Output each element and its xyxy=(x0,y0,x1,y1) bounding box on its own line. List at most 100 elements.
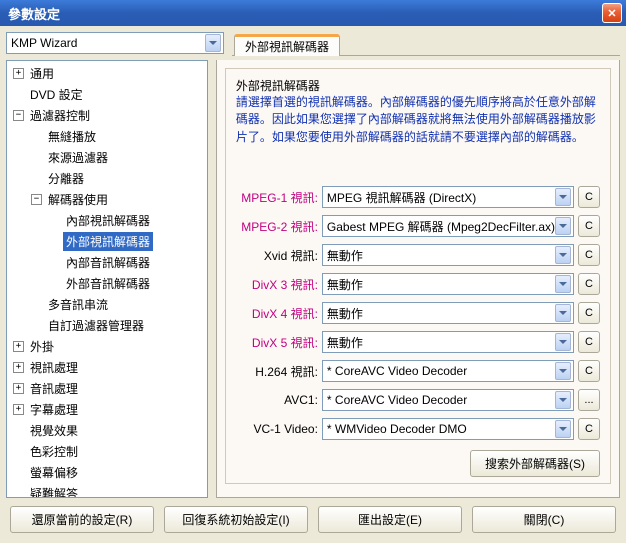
decoder-row: DivX 4 視訊:無動作C xyxy=(236,302,600,324)
chevron-down-icon[interactable] xyxy=(555,217,571,235)
expand-icon[interactable]: + xyxy=(13,341,24,352)
collapse-icon[interactable]: − xyxy=(31,194,42,205)
tree-item[interactable]: 來源過濾器 xyxy=(7,147,207,168)
help-text: 請選擇首選的視訊解碼器。內部解碼器的優先順序將高於任意外部解碼器。因此如果您選擇… xyxy=(236,94,600,146)
config-button[interactable]: C xyxy=(578,418,600,440)
tab-external-video-decoder[interactable]: 外部視訊解碼器 xyxy=(234,34,340,56)
config-button[interactable]: C xyxy=(578,186,600,208)
tree-item[interactable]: −過濾器控制 xyxy=(7,105,207,126)
tree-item[interactable]: 色彩控制 xyxy=(7,441,207,462)
tab-label: 外部視訊解碼器 xyxy=(245,38,329,55)
decoder-combo[interactable]: 無動作 xyxy=(322,331,574,353)
tree-item[interactable]: +音訊處理 xyxy=(7,378,207,399)
window-title: 參數設定 xyxy=(8,4,60,23)
decoder-row: DivX 5 視訊: 無動作 C xyxy=(236,331,600,353)
expand-icon[interactable]: + xyxy=(13,362,24,373)
chevron-down-icon[interactable] xyxy=(555,391,571,409)
chevron-down-icon[interactable] xyxy=(555,304,571,322)
decoder-label: VC-1 Video: xyxy=(236,422,318,436)
tree-item[interactable]: −解碼器使用 xyxy=(7,189,207,210)
tree-item[interactable]: 外部音訊解碼器 xyxy=(7,273,207,294)
tree-item[interactable]: 視覺效果 xyxy=(7,420,207,441)
decoder-label: H.264 視訊: xyxy=(236,363,318,380)
decoder-combo-value: 無動作 xyxy=(327,334,555,351)
config-button[interactable]: C xyxy=(578,215,600,237)
chevron-down-icon[interactable] xyxy=(555,246,571,264)
decoder-combo-value: * CoreAVC Video Decoder xyxy=(327,364,555,378)
tree-item-label: 多音訊串流 xyxy=(45,295,111,314)
decoder-combo[interactable]: * WMVideo Decoder DMO xyxy=(322,418,574,440)
chevron-down-icon[interactable] xyxy=(555,362,571,380)
browse-button[interactable]: ... xyxy=(578,389,600,411)
tree-item[interactable]: 無縫播放 xyxy=(7,126,207,147)
settings-tree[interactable]: +通用DVD 設定−過濾器控制無縫播放來源過濾器分離器−解碼器使用內部視訊解碼器… xyxy=(6,60,208,498)
decoder-label: MPEG-1 視訊: xyxy=(236,189,318,206)
chevron-down-icon[interactable] xyxy=(555,333,571,351)
export-button[interactable]: 匯出設定(E) xyxy=(318,506,462,533)
config-button[interactable]: C xyxy=(578,331,600,353)
tabstrip: 外部視訊解碼器 xyxy=(232,32,620,56)
decoder-combo[interactable]: 無動作 xyxy=(322,244,574,266)
decoder-combo-value: MPEG 視訊解碼器 (DirectX) xyxy=(327,189,555,206)
decoder-label: DivX 5 視訊: xyxy=(236,334,318,351)
tree-item[interactable]: DVD 設定 xyxy=(7,84,207,105)
tree-item[interactable]: +字幕處理 xyxy=(7,399,207,420)
decoder-combo[interactable]: Gabest MPEG 解碼器 (Mpeg2DecFilter.ax) xyxy=(322,215,574,237)
chevron-down-icon[interactable] xyxy=(555,188,571,206)
tree-item-label: 視覺效果 xyxy=(27,421,81,440)
tree-item-label: 內部音訊解碼器 xyxy=(63,253,153,272)
expand-icon[interactable]: + xyxy=(13,404,24,415)
tree-item-label: 字幕處理 xyxy=(27,400,81,419)
chevron-down-icon[interactable] xyxy=(205,34,221,52)
decoder-combo-value: 無動作 xyxy=(327,305,555,322)
reset-button[interactable]: 回復系統初始設定(I) xyxy=(164,506,308,533)
expand-icon[interactable]: + xyxy=(13,383,24,394)
tree-item[interactable]: +通用 xyxy=(7,63,207,84)
tree-item-label: 音訊處理 xyxy=(27,379,81,398)
tree-item[interactable]: 多音訊串流 xyxy=(7,294,207,315)
tree-item[interactable]: +外掛 xyxy=(7,336,207,357)
decoder-group: 外部視訊解碼器 請選擇首選的視訊解碼器。內部解碼器的優先順序將高於任意外部解碼器… xyxy=(225,68,611,484)
decoder-combo[interactable]: 無動作 xyxy=(322,273,574,295)
config-button[interactable]: C xyxy=(578,273,600,295)
search-decoders-button[interactable]: 搜索外部解碼器(S) xyxy=(470,450,600,477)
close-button[interactable]: 關閉(C) xyxy=(472,506,616,533)
client-area: KMP Wizard 外部視訊解碼器 +通用DVD 設定−過濾器控制無縫播放來源… xyxy=(0,26,626,543)
config-button[interactable]: C xyxy=(578,244,600,266)
tree-item[interactable]: 分離器 xyxy=(7,168,207,189)
expand-icon[interactable]: + xyxy=(13,68,24,79)
tree-item[interactable]: 疑難解答 xyxy=(7,483,207,498)
collapse-icon[interactable]: − xyxy=(13,110,24,121)
config-button[interactable]: C xyxy=(578,360,600,382)
nav-combo[interactable]: KMP Wizard xyxy=(6,32,224,54)
decoder-combo[interactable]: 無動作 xyxy=(322,302,574,324)
tree-item[interactable]: +視訊處理 xyxy=(7,357,207,378)
decoder-label: Xvid 視訊: xyxy=(236,247,318,264)
decoder-row: MPEG-1 視訊: MPEG 視訊解碼器 (DirectX) C xyxy=(236,186,600,208)
tree-item-label: 內部視訊解碼器 xyxy=(63,211,153,230)
tree-item-label: 無縫播放 xyxy=(45,127,99,146)
tree-item[interactable]: 內部視訊解碼器 xyxy=(7,210,207,231)
decoder-row: Xvid 視訊:無動作C xyxy=(236,244,600,266)
decoder-combo-value: 無動作 xyxy=(327,276,555,293)
config-button[interactable]: C xyxy=(578,302,600,324)
restore-button[interactable]: 還原當前的設定(R) xyxy=(10,506,154,533)
close-icon[interactable]: ✕ xyxy=(602,3,622,23)
decoder-combo[interactable]: MPEG 視訊解碼器 (DirectX) xyxy=(322,186,574,208)
tree-item-label: 自訂過濾器管理器 xyxy=(45,316,147,335)
tree-item[interactable]: 內部音訊解碼器 xyxy=(7,252,207,273)
tree-item[interactable]: 螢幕偏移 xyxy=(7,462,207,483)
decoder-combo[interactable]: * CoreAVC Video Decoder xyxy=(322,389,574,411)
tree-item-label: 通用 xyxy=(27,64,57,83)
chevron-down-icon[interactable] xyxy=(555,420,571,438)
tree-item[interactable]: 自訂過濾器管理器 xyxy=(7,315,207,336)
tree-item-label: 來源過濾器 xyxy=(45,148,111,167)
decoder-label: MPEG-2 視訊: xyxy=(236,218,318,235)
decoder-combo[interactable]: * CoreAVC Video Decoder xyxy=(322,360,574,382)
tree-item[interactable]: 外部視訊解碼器 xyxy=(7,231,207,252)
chevron-down-icon[interactable] xyxy=(555,275,571,293)
tree-item-label: 疑難解答 xyxy=(27,484,81,498)
decoder-combo-value: * WMVideo Decoder DMO xyxy=(327,422,555,436)
tree-item-label: 視訊處理 xyxy=(27,358,81,377)
tree-item-label: 外掛 xyxy=(27,337,57,356)
